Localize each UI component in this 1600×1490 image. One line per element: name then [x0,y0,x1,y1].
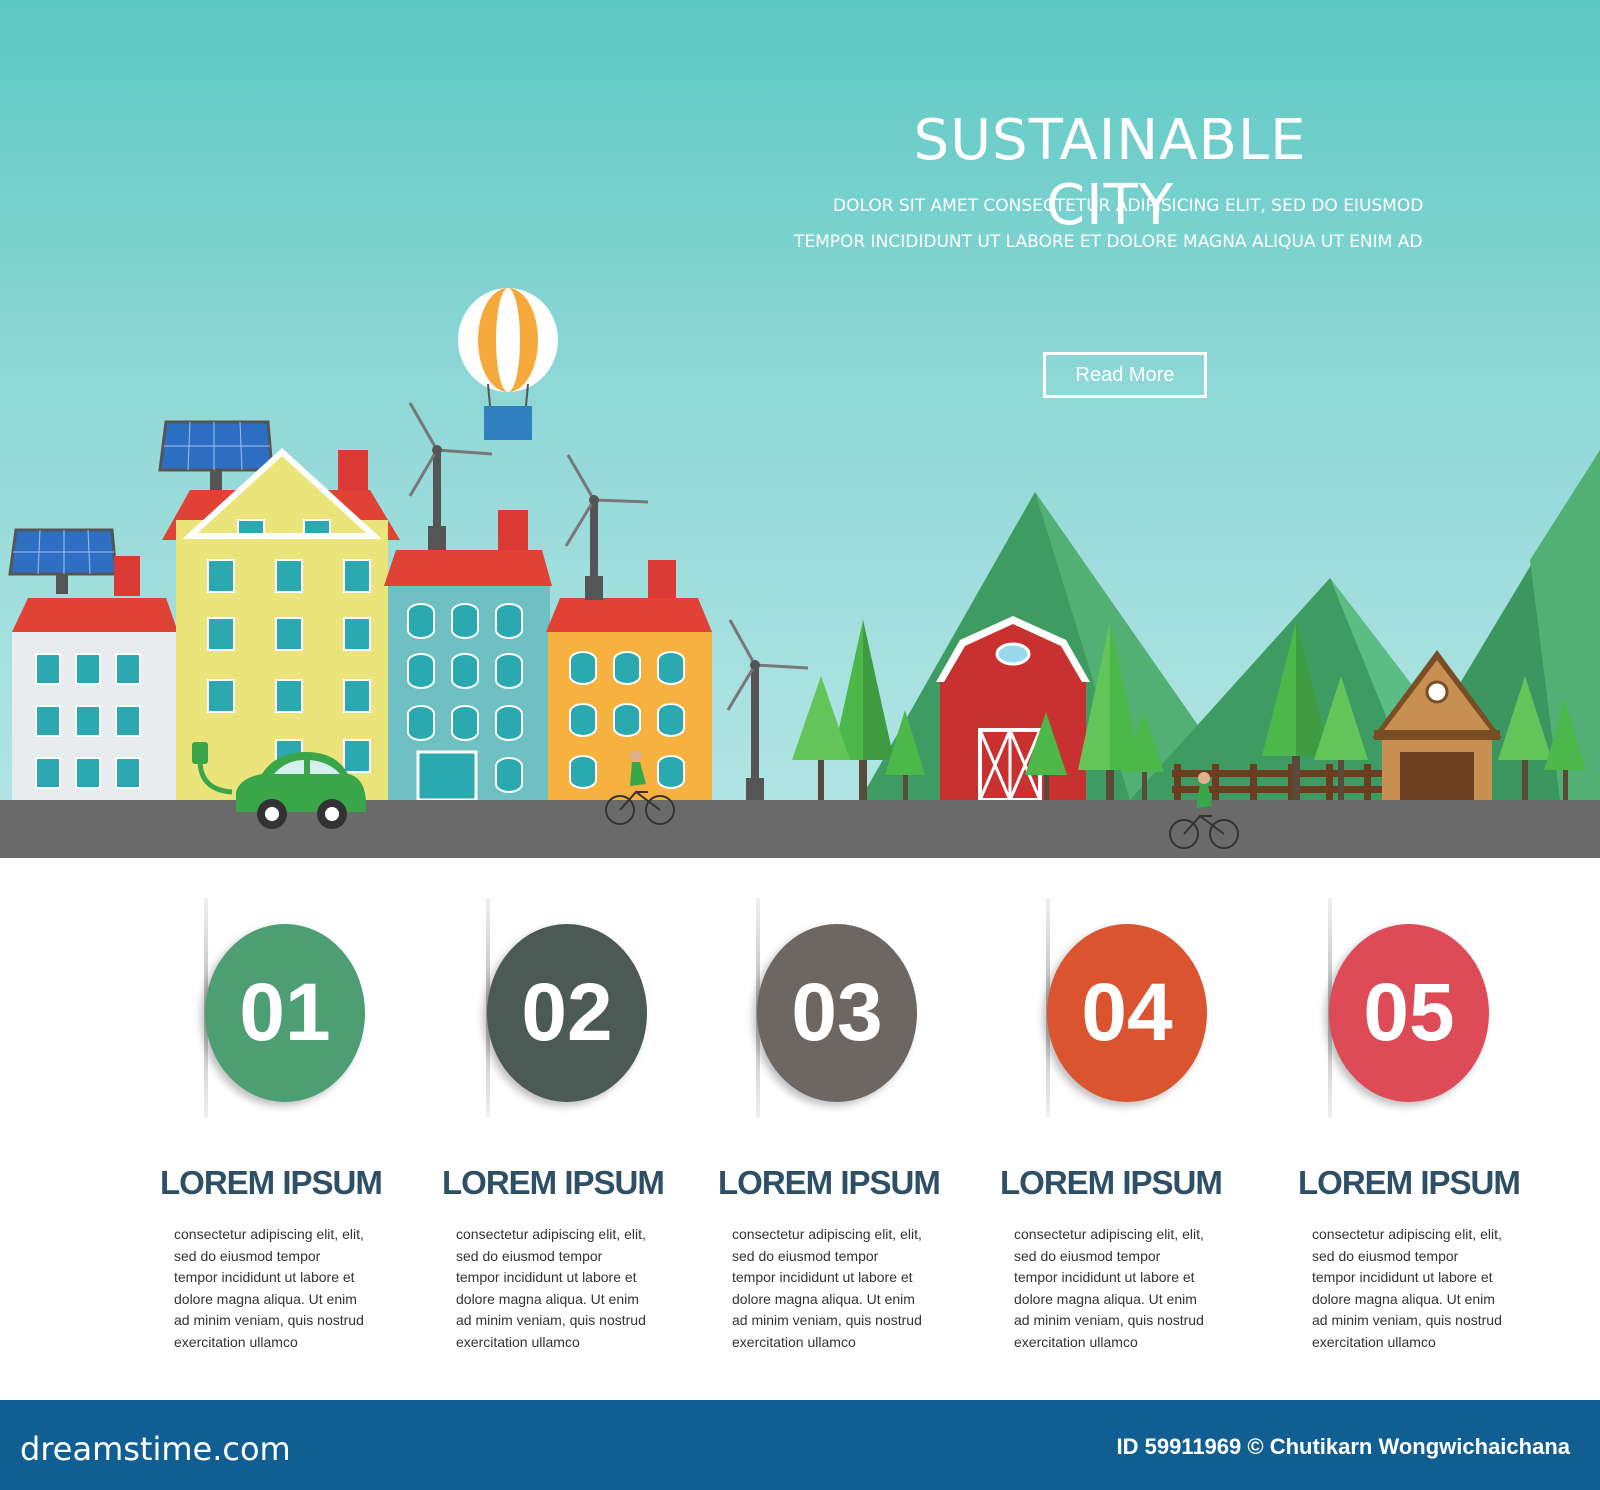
window [35,653,61,685]
window [275,679,303,713]
window [75,757,101,789]
window [657,651,685,685]
wind-turbine [726,619,809,800]
step-number-badge: 03 [757,924,917,1102]
window [303,519,331,535]
window [115,653,141,685]
step-title: LOREM IPSUM [1298,1164,1521,1201]
window [569,703,597,737]
wind-turbine [564,454,649,600]
window [35,705,61,737]
window [75,705,101,737]
window [407,653,435,689]
window [207,679,235,713]
step-number-badge: 02 [487,924,647,1102]
window [495,653,523,689]
step-number-badge: 05 [1329,924,1489,1102]
window [495,757,523,793]
window [657,703,685,737]
wind-turbine [408,402,493,550]
hero-subtitle-line1: DOLOR SIT AMET CONSECTETUR ADIPISICING E… [833,196,1424,216]
window [451,705,479,741]
window [451,603,479,639]
hero-banner: SUSTAINABLE CITY DOLOR SIT AMET CONSECTE… [0,0,1600,858]
red-barn [936,616,1090,802]
window [613,651,641,685]
window [657,755,685,789]
page-title: SUSTAINABLE CITY [913,108,1307,238]
step-title: LOREM IPSUM [160,1164,383,1201]
window [237,519,265,535]
window [495,705,523,741]
window [613,703,641,737]
window [207,617,235,651]
window [343,739,371,773]
step-number-badge: 01 [205,924,365,1102]
solar-panel [8,528,118,594]
window [115,705,141,737]
window [343,679,371,713]
window [275,559,303,593]
hot-air-balloon [458,288,558,440]
read-more-button[interactable]: Read More [1043,352,1207,398]
tree [792,676,850,800]
window [407,705,435,741]
window [569,755,597,789]
window [75,653,101,685]
step-description: consectetur adipiscing elit, elit, sed d… [1014,1226,1204,1350]
window [343,617,371,651]
hero-subtitle-line2: TEMPOR INCIDIDUNT UT LABORE ET DOLORE MA… [794,232,1423,252]
step-description: consectetur adipiscing elit, elit, sed d… [732,1226,922,1350]
step-number-badge: 04 [1047,924,1207,1102]
brand-logo[interactable]: dreamstime.com [20,1430,291,1468]
step-title: LOREM IPSUM [442,1164,665,1201]
window [451,653,479,689]
window [343,559,371,593]
window [407,603,435,639]
footer-bar: dreamstime.com ID 59911969 © Chutikarn W… [0,1400,1600,1490]
window [569,651,597,685]
step-description: consectetur adipiscing elit, elit, sed d… [1312,1226,1502,1350]
step-description: consectetur adipiscing elit, elit, sed d… [174,1226,364,1350]
image-credit: ID 59911969 © Chutikarn Wongwichaichana [1116,1434,1570,1459]
step-title: LOREM IPSUM [718,1164,941,1201]
window [495,603,523,639]
steps-section: 01 LOREM IPSUM consectetur adipiscing el… [0,858,1600,1398]
window [115,757,141,789]
window [275,617,303,651]
window [35,757,61,789]
step-description: consectetur adipiscing elit, elit, sed d… [456,1226,646,1350]
window [207,559,235,593]
city-scene [0,288,1600,858]
step-title: LOREM IPSUM [1000,1164,1223,1201]
